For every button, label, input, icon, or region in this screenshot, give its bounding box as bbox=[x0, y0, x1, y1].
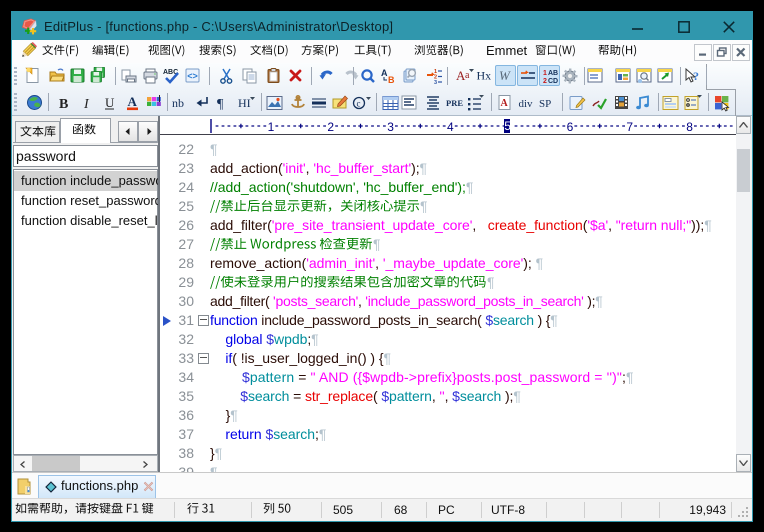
svg-text:4: 4 bbox=[447, 120, 454, 134]
svg-text:6: 6 bbox=[567, 120, 574, 134]
svg-text:?: ? bbox=[693, 69, 699, 83]
svg-text:U: U bbox=[105, 95, 115, 110]
svg-text:A: A bbox=[128, 94, 138, 109]
svg-text:I: I bbox=[83, 97, 90, 112]
svg-text:3: 3 bbox=[434, 80, 437, 85]
svg-text:SP: SP bbox=[539, 98, 551, 110]
svg-text:W: W bbox=[499, 68, 511, 83]
svg-text:1: 1 bbox=[543, 70, 547, 77]
svg-text:¶: ¶ bbox=[217, 97, 224, 112]
svg-text:2: 2 bbox=[327, 120, 334, 134]
svg-text:nb: nb bbox=[172, 96, 184, 110]
svg-text:CD: CD bbox=[548, 78, 558, 85]
svg-text:<>: <> bbox=[187, 71, 198, 81]
svg-text:Hx: Hx bbox=[477, 69, 492, 83]
svg-text:1: 1 bbox=[268, 120, 275, 134]
svg-text:a: a bbox=[465, 70, 470, 81]
svg-text:A: A bbox=[381, 68, 388, 78]
svg-text:7: 7 bbox=[626, 120, 633, 134]
svg-text:8: 8 bbox=[686, 120, 693, 134]
svg-text:AB: AB bbox=[548, 70, 558, 77]
svg-text:div: div bbox=[519, 98, 534, 110]
svg-text:HI: HI bbox=[238, 96, 251, 110]
svg-text:PRE: PRE bbox=[446, 98, 463, 108]
svg-text:c: c bbox=[357, 99, 361, 109]
svg-text:B: B bbox=[59, 97, 68, 112]
svg-text:3: 3 bbox=[387, 120, 394, 134]
svg-text:A: A bbox=[501, 98, 509, 109]
svg-text:2: 2 bbox=[543, 78, 547, 85]
svg-text:B: B bbox=[388, 75, 395, 85]
